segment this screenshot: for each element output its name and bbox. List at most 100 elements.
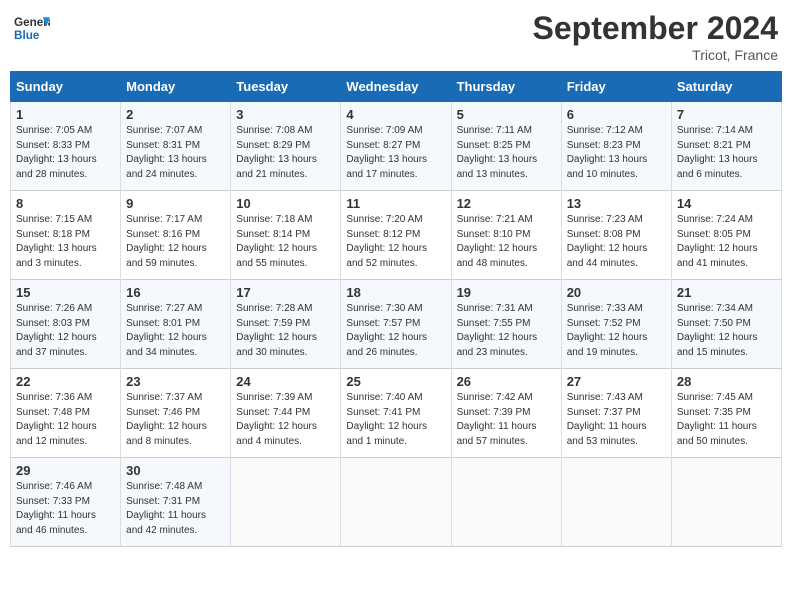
day-number: 24	[236, 374, 335, 389]
cell-info: Sunrise: 7:46 AM Sunset: 7:33 PM Dayligh…	[16, 480, 115, 538]
calendar-cell	[561, 458, 671, 547]
calendar-cell	[451, 458, 561, 547]
location: Tricot, France	[533, 47, 778, 63]
day-number: 11	[346, 196, 445, 211]
calendar-cell: 28 Sunrise: 7:45 AM Sunset: 7:35 PM Dayli…	[671, 369, 781, 458]
calendar-cell	[231, 458, 341, 547]
day-number: 5	[457, 107, 556, 122]
calendar-cell: 12 Sunrise: 7:21 AM Sunset: 8:10 PM Dayli…	[451, 191, 561, 280]
cell-info: Sunrise: 7:21 AM Sunset: 8:10 PM Dayligh…	[457, 213, 556, 271]
cell-info: Sunrise: 7:42 AM Sunset: 7:39 PM Dayligh…	[457, 391, 556, 449]
calendar-week-1: 1 Sunrise: 7:05 AM Sunset: 8:33 PM Daylig…	[11, 102, 782, 191]
calendar-week-2: 8 Sunrise: 7:15 AM Sunset: 8:18 PM Daylig…	[11, 191, 782, 280]
calendar-cell: 16 Sunrise: 7:27 AM Sunset: 8:01 PM Dayli…	[121, 280, 231, 369]
calendar-cell: 23 Sunrise: 7:37 AM Sunset: 7:46 PM Dayli…	[121, 369, 231, 458]
calendar-table: SundayMondayTuesdayWednesdayThursdayFrid…	[10, 71, 782, 547]
calendar-cell: 7 Sunrise: 7:14 AM Sunset: 8:21 PM Daylig…	[671, 102, 781, 191]
day-number: 16	[126, 285, 225, 300]
calendar-cell	[341, 458, 451, 547]
cell-info: Sunrise: 7:14 AM Sunset: 8:21 PM Dayligh…	[677, 124, 776, 182]
day-number: 28	[677, 374, 776, 389]
header-day-wednesday: Wednesday	[341, 72, 451, 102]
calendar-cell: 20 Sunrise: 7:33 AM Sunset: 7:52 PM Dayli…	[561, 280, 671, 369]
calendar-cell: 8 Sunrise: 7:15 AM Sunset: 8:18 PM Daylig…	[11, 191, 121, 280]
day-number: 18	[346, 285, 445, 300]
day-number: 25	[346, 374, 445, 389]
cell-info: Sunrise: 7:36 AM Sunset: 7:48 PM Dayligh…	[16, 391, 115, 449]
cell-info: Sunrise: 7:40 AM Sunset: 7:41 PM Dayligh…	[346, 391, 445, 449]
calendar-cell: 11 Sunrise: 7:20 AM Sunset: 8:12 PM Dayli…	[341, 191, 451, 280]
calendar-cell: 13 Sunrise: 7:23 AM Sunset: 8:08 PM Dayli…	[561, 191, 671, 280]
day-number: 13	[567, 196, 666, 211]
cell-info: Sunrise: 7:37 AM Sunset: 7:46 PM Dayligh…	[126, 391, 225, 449]
calendar-cell: 1 Sunrise: 7:05 AM Sunset: 8:33 PM Daylig…	[11, 102, 121, 191]
day-number: 2	[126, 107, 225, 122]
calendar-cell: 5 Sunrise: 7:11 AM Sunset: 8:25 PM Daylig…	[451, 102, 561, 191]
title-area: September 2024 Tricot, France	[533, 10, 778, 63]
cell-info: Sunrise: 7:24 AM Sunset: 8:05 PM Dayligh…	[677, 213, 776, 271]
month-title: September 2024	[533, 10, 778, 47]
day-number: 30	[126, 463, 225, 478]
day-number: 9	[126, 196, 225, 211]
calendar-cell: 30 Sunrise: 7:48 AM Sunset: 7:31 PM Dayli…	[121, 458, 231, 547]
calendar-cell: 3Sunrise: 7:08 AM Sunset: 8:29 PM Daylig…	[231, 102, 341, 191]
calendar-cell: 18 Sunrise: 7:30 AM Sunset: 7:57 PM Dayli…	[341, 280, 451, 369]
header-day-monday: Monday	[121, 72, 231, 102]
day-number: 27	[567, 374, 666, 389]
cell-info: Sunrise: 7:11 AM Sunset: 8:25 PM Dayligh…	[457, 124, 556, 182]
cell-info: Sunrise: 7:27 AM Sunset: 8:01 PM Dayligh…	[126, 302, 225, 360]
day-number: 22	[16, 374, 115, 389]
cell-info: Sunrise: 7:39 AM Sunset: 7:44 PM Dayligh…	[236, 391, 335, 449]
day-number: 7	[677, 107, 776, 122]
calendar-cell: 2 Sunrise: 7:07 AM Sunset: 8:31 PM Daylig…	[121, 102, 231, 191]
calendar-header-row: SundayMondayTuesdayWednesdayThursdayFrid…	[11, 72, 782, 102]
cell-info: Sunrise: 7:48 AM Sunset: 7:31 PM Dayligh…	[126, 480, 225, 538]
cell-info: Sunrise: 7:30 AM Sunset: 7:57 PM Dayligh…	[346, 302, 445, 360]
cell-info: Sunrise: 7:45 AM Sunset: 7:35 PM Dayligh…	[677, 391, 776, 449]
cell-info: Sunrise: 7:20 AM Sunset: 8:12 PM Dayligh…	[346, 213, 445, 271]
header: General Blue September 2024 Tricot, Fran…	[10, 10, 782, 63]
header-day-friday: Friday	[561, 72, 671, 102]
day-number: 26	[457, 374, 556, 389]
day-number: 23	[126, 374, 225, 389]
day-number: 29	[16, 463, 115, 478]
calendar-week-3: 15 Sunrise: 7:26 AM Sunset: 8:03 PM Dayli…	[11, 280, 782, 369]
day-number: 15	[16, 285, 115, 300]
day-number: 8	[16, 196, 115, 211]
logo: General Blue	[14, 10, 50, 46]
day-number: 12	[457, 196, 556, 211]
calendar-week-4: 22 Sunrise: 7:36 AM Sunset: 7:48 PM Dayli…	[11, 369, 782, 458]
calendar-cell: 19Sunrise: 7:31 AM Sunset: 7:55 PM Dayli…	[451, 280, 561, 369]
calendar-cell: 29 Sunrise: 7:46 AM Sunset: 7:33 PM Dayli…	[11, 458, 121, 547]
calendar-week-5: 29 Sunrise: 7:46 AM Sunset: 7:33 PM Dayli…	[11, 458, 782, 547]
calendar-cell	[671, 458, 781, 547]
cell-info: Sunrise: 7:31 AM Sunset: 7:55 PM Dayligh…	[457, 302, 556, 360]
cell-info: Sunrise: 7:23 AM Sunset: 8:08 PM Dayligh…	[567, 213, 666, 271]
cell-info: Sunrise: 7:05 AM Sunset: 8:33 PM Dayligh…	[16, 124, 115, 182]
cell-info: Sunrise: 7:12 AM Sunset: 8:23 PM Dayligh…	[567, 124, 666, 182]
day-number: 21	[677, 285, 776, 300]
calendar-cell: 17Sunrise: 7:28 AM Sunset: 7:59 PM Dayli…	[231, 280, 341, 369]
day-number: 20	[567, 285, 666, 300]
calendar-cell: 6Sunrise: 7:12 AM Sunset: 8:23 PM Daylig…	[561, 102, 671, 191]
header-day-sunday: Sunday	[11, 72, 121, 102]
cell-info: Sunrise: 7:18 AM Sunset: 8:14 PM Dayligh…	[236, 213, 335, 271]
calendar-cell: 24 Sunrise: 7:39 AM Sunset: 7:44 PM Dayli…	[231, 369, 341, 458]
calendar-cell: 9Sunrise: 7:17 AM Sunset: 8:16 PM Daylig…	[121, 191, 231, 280]
day-number: 17	[236, 285, 335, 300]
calendar-cell: 27 Sunrise: 7:43 AM Sunset: 7:37 PM Dayli…	[561, 369, 671, 458]
cell-info: Sunrise: 7:43 AM Sunset: 7:37 PM Dayligh…	[567, 391, 666, 449]
cell-info: Sunrise: 7:33 AM Sunset: 7:52 PM Dayligh…	[567, 302, 666, 360]
cell-info: Sunrise: 7:07 AM Sunset: 8:31 PM Dayligh…	[126, 124, 225, 182]
cell-info: Sunrise: 7:34 AM Sunset: 7:50 PM Dayligh…	[677, 302, 776, 360]
day-number: 1	[16, 107, 115, 122]
header-day-thursday: Thursday	[451, 72, 561, 102]
cell-info: Sunrise: 7:26 AM Sunset: 8:03 PM Dayligh…	[16, 302, 115, 360]
calendar-cell: 10 Sunrise: 7:18 AM Sunset: 8:14 PM Dayli…	[231, 191, 341, 280]
calendar-cell: 22 Sunrise: 7:36 AM Sunset: 7:48 PM Dayli…	[11, 369, 121, 458]
header-day-tuesday: Tuesday	[231, 72, 341, 102]
cell-info: Sunrise: 7:15 AM Sunset: 8:18 PM Dayligh…	[16, 213, 115, 271]
cell-info: Sunrise: 7:09 AM Sunset: 8:27 PM Dayligh…	[346, 124, 445, 182]
calendar-cell: 4Sunrise: 7:09 AM Sunset: 8:27 PM Daylig…	[341, 102, 451, 191]
day-number: 10	[236, 196, 335, 211]
